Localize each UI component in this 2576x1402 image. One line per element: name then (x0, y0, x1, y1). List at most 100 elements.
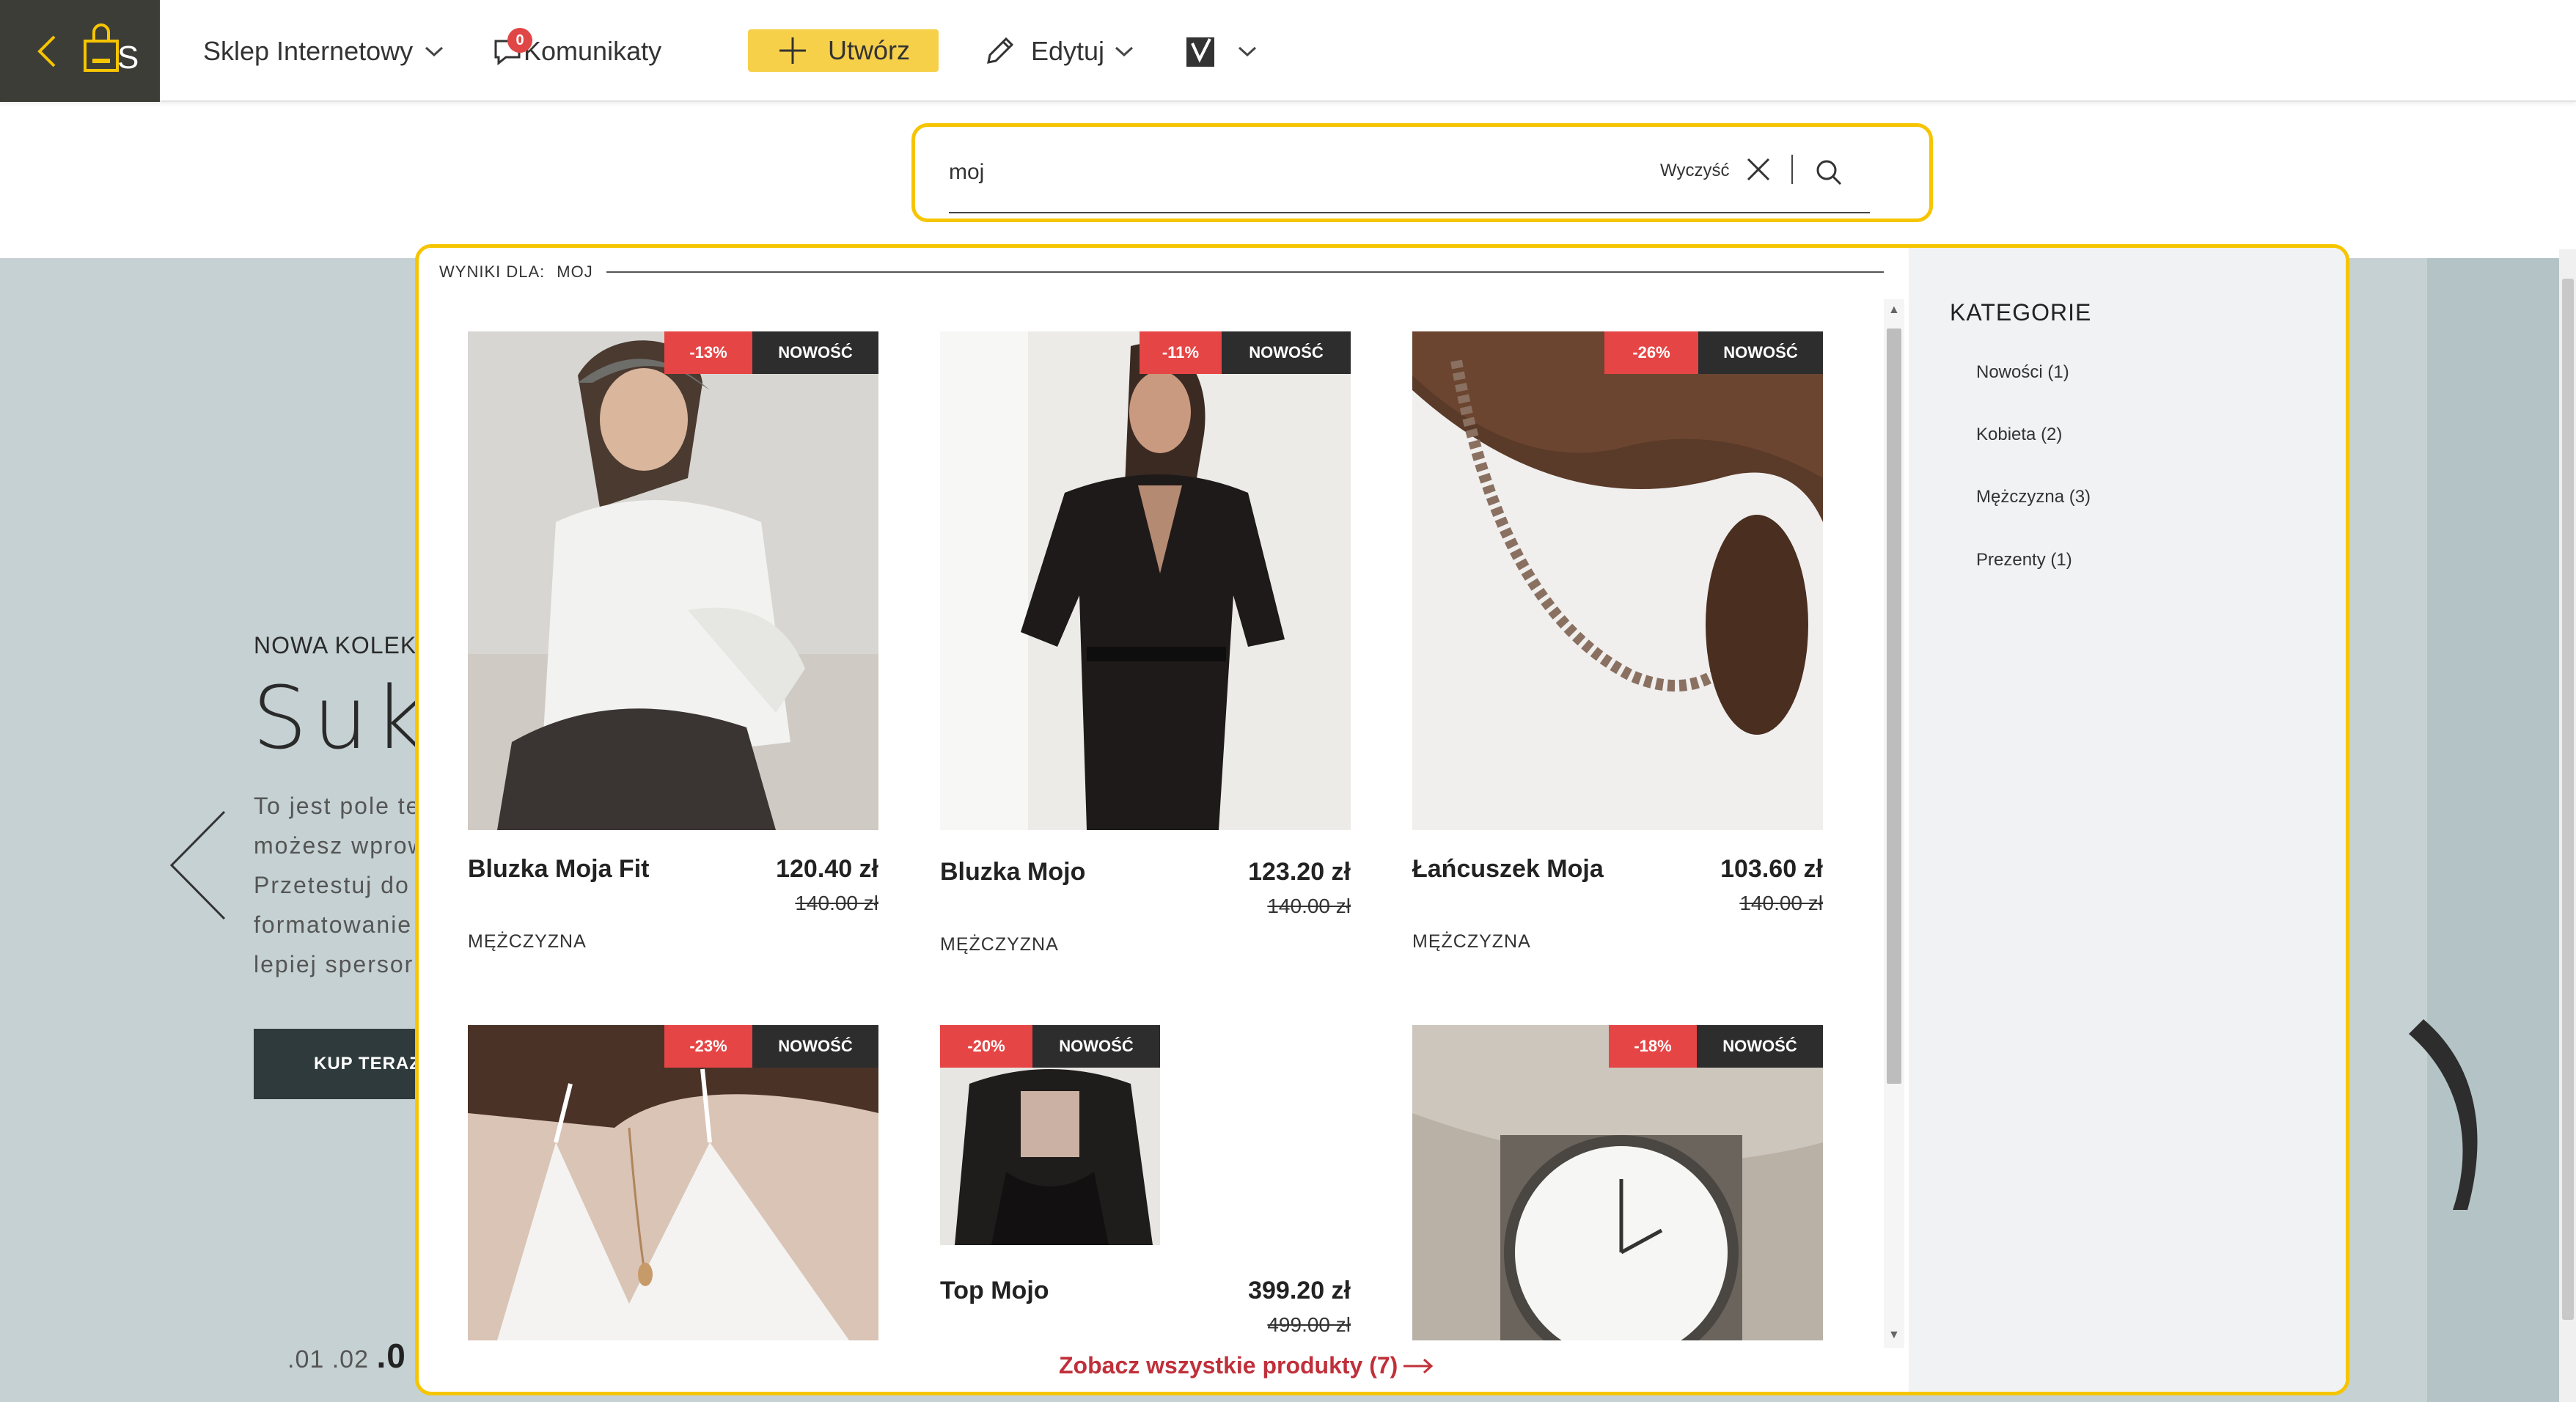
hero-pagination[interactable]: .01 .02 .0 (287, 1336, 406, 1376)
product-name[interactable]: Bluzka Mojo (940, 858, 1085, 887)
product-photo-woman-white-sweater (468, 331, 878, 830)
hero-pages-prefix[interactable]: .01 .02 (287, 1346, 369, 1373)
search-box: Wyczyść (911, 123, 1933, 222)
new-badge: NOWOŚĆ (1222, 331, 1351, 374)
product-name[interactable]: Łańcuszek Moja (1412, 855, 1604, 884)
product-price: 103.60 zł (1720, 855, 1823, 883)
categories-panel (1909, 248, 2346, 1392)
product-category: MĘŻCZYZNA (1412, 931, 1531, 952)
product-photo-woman-black-dress (940, 331, 1351, 830)
close-icon[interactable] (1745, 156, 1772, 183)
hero-text-line: możesz wprow (254, 832, 427, 859)
brand-letter: S (117, 40, 139, 76)
product-category: MĘŻCZYZNA (940, 934, 1059, 955)
product-price: 120.40 zł (776, 855, 878, 883)
results-header: WYNIKI DLA: MOJ (439, 263, 593, 282)
new-badge: NOWOŚĆ (1698, 331, 1823, 374)
results-scrollbar[interactable]: ▲ ▼ (1884, 299, 1904, 1348)
chevron-down-icon (1115, 46, 1134, 56)
plus-icon (779, 37, 806, 64)
hero-text-line: formatowanie (254, 911, 413, 938)
product-old-price: 140.00 zł (1267, 895, 1351, 917)
discount-badge: -11% (1140, 331, 1222, 374)
product-card[interactable]: -13% NOWOŚĆ Bluzka Moja Fit 120.40 zł 14… (468, 331, 880, 962)
product-card[interactable]: -23% NOWOŚĆ (468, 1025, 880, 1340)
hero-title: Suk (252, 667, 430, 768)
edit-menu[interactable]: Edytuj (983, 0, 1135, 102)
edit-menu-label: Edytuj (1031, 35, 1105, 66)
see-all-products-link[interactable]: Zobacz wszystkie produkty (7) (1059, 1352, 1434, 1379)
page-scroll-thumb[interactable] (2562, 279, 2574, 1320)
new-badge: NOWOŚĆ (1697, 1025, 1823, 1068)
create-button[interactable]: Utwórz (748, 29, 939, 72)
results-scroll-thumb[interactable] (1887, 329, 1901, 1084)
see-all-label: Zobacz wszystkie produkty (7) (1059, 1352, 1398, 1379)
results-query: MOJ (557, 263, 593, 281)
product-image[interactable] (1412, 331, 1823, 830)
product-category: MĘŻCZYZNA (468, 931, 587, 952)
product-image[interactable] (940, 331, 1351, 830)
search-icon[interactable] (1814, 158, 1843, 187)
discount-badge: -20% (940, 1025, 1032, 1068)
hero-buy-button[interactable]: KUP TERAZ (254, 1029, 437, 1099)
messages-label: Komunikaty (524, 35, 662, 66)
product-card[interactable]: -26% NOWOŚĆ Łańcuszek Moja 103.60 zł 140… (1412, 331, 1824, 962)
results-header-label: WYNIKI DLA: (439, 263, 546, 281)
new-badge: NOWOŚĆ (752, 331, 878, 374)
hero-product-image (2409, 1019, 2478, 1210)
messages-count-badge: 0 (507, 28, 532, 53)
product-card[interactable]: -11% NOWOŚĆ Bluzka Mojo 123.20 zł 140.00… (940, 331, 1352, 962)
create-button-label: Utwórz (827, 35, 910, 65)
product-photo-chain-necklace (1412, 331, 1823, 830)
categories-title: KATEGORIE (1950, 299, 2092, 326)
product-photo-wristwatch (1412, 1025, 1823, 1340)
admin-topbar: S Sklep Internetowy Komunikaty 0 Utwórz … (0, 0, 2576, 102)
theme-logo-icon (1186, 37, 1214, 67)
hero-prev-arrow-icon[interactable] (169, 810, 227, 920)
pencil-icon (987, 37, 1014, 64)
discount-badge: -18% (1609, 1025, 1697, 1068)
shop-selector[interactable]: Sklep Internetowy (203, 0, 445, 102)
search-underline (949, 212, 1870, 213)
category-link[interactable]: Nowości (1) (1976, 362, 2069, 383)
theme-menu[interactable] (1182, 0, 1258, 102)
product-card[interactable]: -20% NOWOŚĆ Top Mojo 399.20 zł 499.00 zł (940, 1025, 1352, 1340)
clear-search-label[interactable]: Wyczyść (1660, 161, 1729, 181)
hero-text-line: lepiej spersor (254, 951, 414, 977)
product-old-price: 140.00 zł (1739, 892, 1823, 914)
back-arrow-icon[interactable] (32, 31, 62, 72)
arrow-right-icon (1403, 1358, 1434, 1373)
search-divider (1791, 155, 1793, 184)
results-divider (606, 271, 1884, 273)
product-price: 123.20 zł (1248, 858, 1351, 886)
product-name[interactable]: Bluzka Moja Fit (468, 855, 649, 884)
hero-page-current[interactable]: .0 (376, 1337, 406, 1375)
hero-text-line: Przetestuj do (254, 872, 410, 898)
shop-selector-label: Sklep Internetowy (203, 35, 414, 66)
product-image[interactable] (468, 1025, 878, 1340)
product-name[interactable]: Top Mojo (940, 1277, 1049, 1305)
chevron-down-icon (1238, 46, 1257, 56)
product-image[interactable] (468, 331, 878, 830)
product-card[interactable]: -18% NOWOŚĆ (1412, 1025, 1824, 1340)
product-photo-white-top (468, 1025, 878, 1340)
chevron-down-icon (425, 46, 444, 56)
hero-right-panel (2427, 258, 2576, 1402)
search-input[interactable] (949, 152, 1682, 193)
brand-box: S (0, 0, 160, 102)
hero-subtitle: NOWA KOLEKC (254, 632, 435, 658)
product-image[interactable] (1412, 1025, 1823, 1340)
scroll-down-icon[interactable]: ▼ (1888, 1329, 1900, 1342)
product-old-price: 499.00 zł (1267, 1313, 1351, 1336)
category-link[interactable]: Prezenty (1) (1976, 550, 2072, 570)
scroll-up-icon[interactable]: ▲ (1888, 304, 1900, 317)
new-badge: NOWOŚĆ (752, 1025, 878, 1068)
category-link[interactable]: Kobieta (2) (1976, 425, 2062, 445)
discount-badge: -23% (664, 1025, 752, 1068)
discount-badge: -26% (1604, 331, 1698, 374)
discount-badge: -13% (664, 331, 752, 374)
category-link[interactable]: Mężczyzna (3) (1976, 487, 2091, 507)
hero-text: To jest pole te możesz wprow Przetestuj … (254, 786, 427, 984)
product-old-price: 140.00 zł (795, 892, 878, 914)
search-results-panel: WYNIKI DLA: MOJ -13% NOWOŚĆ Bluzka Moja … (415, 244, 2349, 1395)
